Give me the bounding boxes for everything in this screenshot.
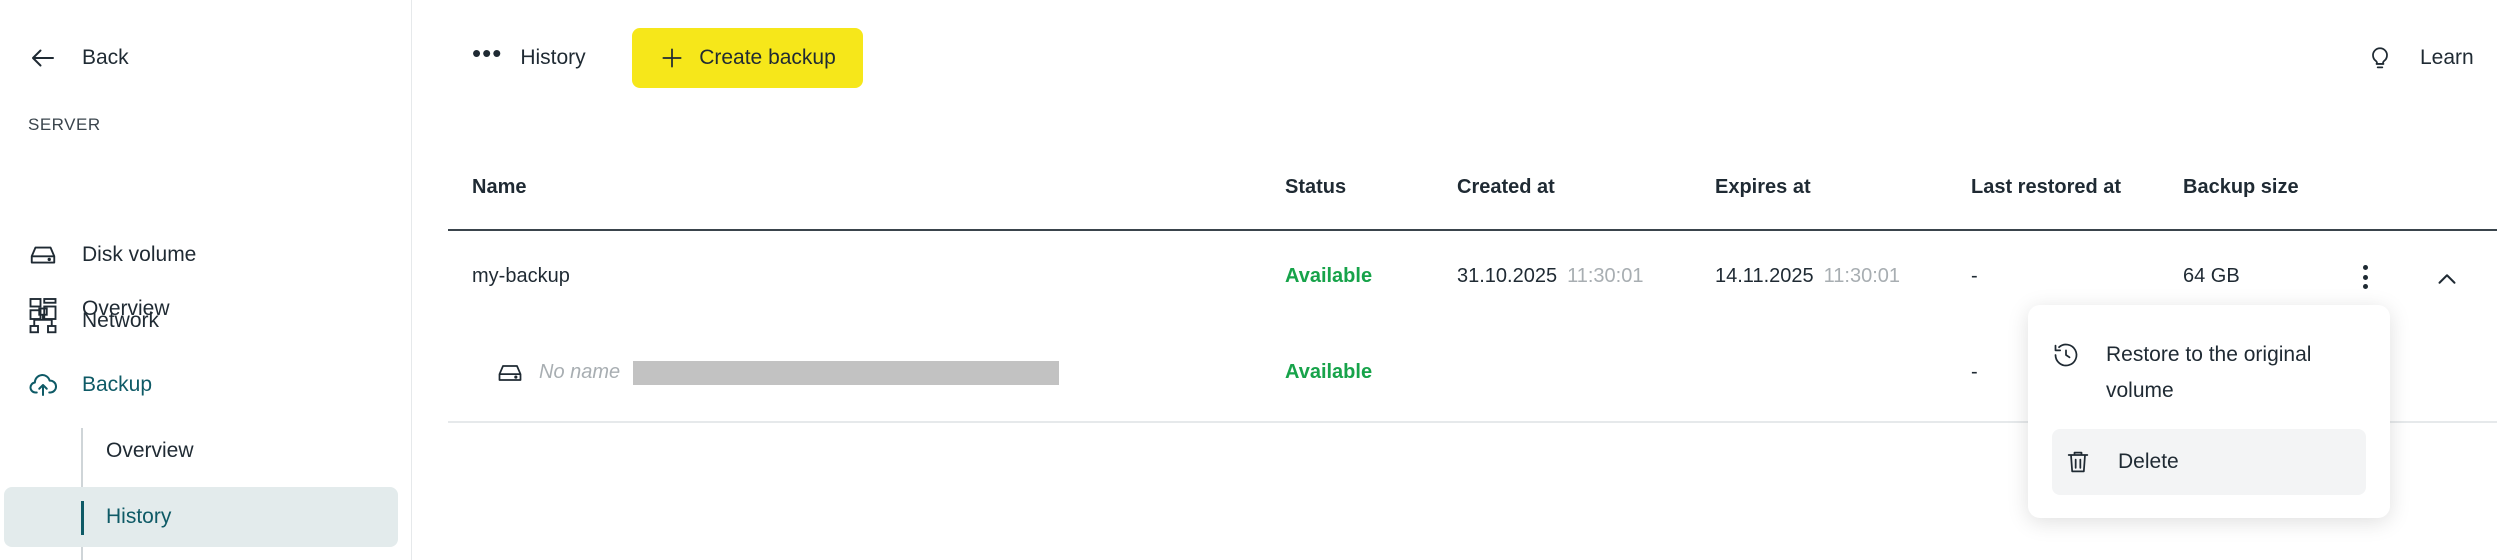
network-icon bbox=[29, 307, 57, 334]
delete-label: Delete bbox=[2118, 450, 2179, 473]
column-header-backup-size[interactable]: Backup size bbox=[2183, 176, 2299, 199]
restore-label-line2: volume bbox=[2106, 379, 2174, 402]
menu-item-restore[interactable]: Restore to the original volume bbox=[2052, 337, 2366, 417]
learn-button[interactable]: Learn bbox=[2366, 40, 2474, 76]
status-badge: Available bbox=[1285, 265, 1373, 287]
row-actions-menu-icon[interactable] bbox=[2352, 262, 2378, 292]
last-restored-cell: - bbox=[1971, 265, 1978, 287]
sidebar-item-label: Disk volume bbox=[82, 243, 197, 266]
chevron-up-icon[interactable] bbox=[2432, 264, 2462, 294]
row-name[interactable]: my-backup bbox=[472, 265, 570, 288]
created-date: 31.10.2025 bbox=[1457, 265, 1558, 287]
volume-name: No name bbox=[539, 361, 621, 383]
sidebar-item-label: Network bbox=[82, 309, 160, 332]
history-label: History bbox=[520, 46, 586, 69]
create-backup-button[interactable]: Create backup bbox=[632, 28, 863, 88]
disk-icon bbox=[30, 246, 56, 264]
back-button[interactable]: Back bbox=[28, 40, 129, 76]
column-header-created-at[interactable]: Created at bbox=[1457, 176, 1555, 199]
sidebar-item-network[interactable]: Network bbox=[28, 301, 159, 341]
backup-size-cell: 64 GB bbox=[2183, 265, 2240, 287]
column-header-expires-at[interactable]: Expires at bbox=[1715, 176, 1811, 199]
active-indicator bbox=[81, 501, 84, 535]
cloud-upload-icon bbox=[29, 374, 57, 396]
active-highlight bbox=[4, 487, 398, 547]
created-at-cell: 31.10.2025 11:30:01 bbox=[1457, 265, 1643, 288]
section-label-server: SERVER bbox=[28, 115, 101, 134]
arrow-left-icon bbox=[32, 49, 54, 67]
lightbulb-icon bbox=[2372, 47, 2388, 69]
restore-label-line1: Restore to the original bbox=[2106, 343, 2312, 366]
history-button[interactable]: ••• History bbox=[472, 40, 586, 76]
created-time: 11:30:01 bbox=[1567, 265, 1644, 287]
last-restored-cell: - bbox=[1971, 361, 1978, 383]
column-header-last-restored-at[interactable]: Last restored at bbox=[1971, 176, 2121, 199]
column-header-name[interactable]: Name bbox=[472, 176, 526, 199]
header-divider bbox=[448, 229, 2497, 231]
more-dots-icon: ••• bbox=[472, 38, 503, 68]
status-badge: Available bbox=[1285, 361, 1373, 383]
row-actions-dropdown: Restore to the original volume Delete bbox=[2028, 305, 2390, 518]
expires-at-cell: 14.11.2025 11:30:01 bbox=[1715, 265, 1900, 288]
history-restore-icon bbox=[2054, 343, 2078, 367]
sidebar: Back SERVER Overview Disk volume Network… bbox=[0, 0, 412, 560]
redacted-id bbox=[633, 361, 1059, 385]
sidebar-subitem-history[interactable]: History bbox=[106, 505, 171, 529]
column-header-status[interactable]: Status bbox=[1285, 176, 1346, 199]
learn-label: Learn bbox=[2420, 46, 2474, 69]
expires-time: 11:30:01 bbox=[1823, 265, 1900, 287]
sidebar-item-backup[interactable]: Backup bbox=[28, 365, 152, 405]
expires-date: 14.11.2025 bbox=[1715, 265, 1814, 287]
menu-item-delete[interactable]: Delete bbox=[2052, 429, 2366, 495]
sidebar-subitem-overview[interactable]: Overview bbox=[106, 439, 194, 463]
back-label: Back bbox=[82, 46, 129, 69]
trash-icon bbox=[2067, 451, 2089, 473]
disk-icon bbox=[498, 365, 522, 381]
plus-icon bbox=[662, 48, 682, 68]
restore-label: Restore to the original volume bbox=[2106, 337, 2311, 409]
sidebar-item-disk-volume[interactable]: Disk volume bbox=[28, 235, 196, 275]
sidebar-item-label: Backup bbox=[82, 373, 153, 396]
create-backup-label: Create backup bbox=[699, 46, 836, 69]
